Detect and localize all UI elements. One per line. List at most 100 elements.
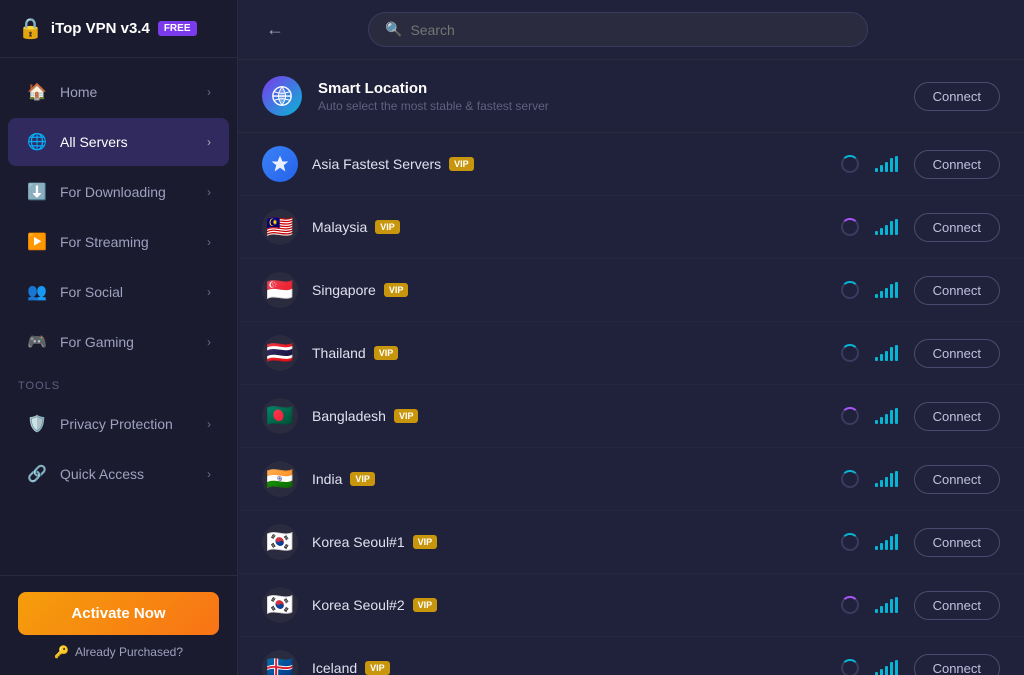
server-name-bangladesh: BangladeshVIP xyxy=(312,408,827,424)
sidebar-item-for-social[interactable]: 👥 For Social › xyxy=(8,268,229,316)
server-name-korea-seoul-1: Korea Seoul#1VIP xyxy=(312,534,827,550)
server-status-bangladesh: Connect xyxy=(841,402,1000,431)
flag-singapore: 🇸🇬 xyxy=(262,272,298,308)
signal-bar xyxy=(890,158,893,172)
loading-indicator xyxy=(841,533,859,551)
chevron-right-icon: › xyxy=(207,335,211,349)
signal-bar xyxy=(875,357,878,361)
download-icon: ⬇️ xyxy=(26,181,48,203)
server-row-asia-fastest[interactable]: Asia Fastest ServersVIPConnect xyxy=(238,133,1024,196)
signal-bar xyxy=(885,414,888,424)
sidebar-item-home[interactable]: 🏠 Home › xyxy=(8,68,229,116)
server-status-korea-seoul-2: Connect xyxy=(841,591,1000,620)
server-row-india[interactable]: 🇮🇳IndiaVIPConnect xyxy=(238,448,1024,511)
server-row-korea-seoul-1[interactable]: 🇰🇷Korea Seoul#1VIPConnect xyxy=(238,511,1024,574)
signal-bars xyxy=(875,408,898,424)
server-name-thailand: ThailandVIP xyxy=(312,345,827,361)
signal-bar xyxy=(890,221,893,235)
signal-bar xyxy=(880,165,883,172)
signal-bar xyxy=(895,156,898,172)
server-row-iceland[interactable]: 🇮🇸IcelandVIPConnect xyxy=(238,637,1024,675)
chevron-right-icon: › xyxy=(207,185,211,199)
vip-badge: VIP xyxy=(413,598,438,612)
connect-button-korea-seoul-2[interactable]: Connect xyxy=(914,591,1000,620)
social-icon: 👥 xyxy=(26,281,48,303)
signal-bar xyxy=(885,162,888,172)
sidebar-item-quick-access[interactable]: 🔗 Quick Access › xyxy=(8,450,229,498)
already-purchased-label: Already Purchased? xyxy=(75,645,183,659)
sidebar-item-privacy-protection[interactable]: 🛡️ Privacy Protection › xyxy=(8,400,229,448)
loading-indicator xyxy=(841,659,859,675)
sidebar-item-label: Privacy Protection xyxy=(60,416,195,432)
signal-bar xyxy=(885,351,888,361)
server-name-korea-seoul-2: Korea Seoul#2VIP xyxy=(312,597,827,613)
logo-area: 🔒 iTop VPN v3.4 FREE xyxy=(0,0,237,58)
chevron-right-icon: › xyxy=(207,285,211,299)
connect-button-thailand[interactable]: Connect xyxy=(914,339,1000,368)
search-input[interactable] xyxy=(410,22,851,38)
signal-bar xyxy=(895,471,898,487)
chevron-right-icon: › xyxy=(207,467,211,481)
server-row-malaysia[interactable]: 🇲🇾MalaysiaVIPConnect xyxy=(238,196,1024,259)
sidebar-nav: 🏠 Home › 🌐 All Servers › ⬇️ For Download… xyxy=(0,58,237,575)
signal-bar xyxy=(890,347,893,361)
sidebar-item-for-downloading[interactable]: ⬇️ For Downloading › xyxy=(8,168,229,216)
loading-indicator xyxy=(841,344,859,362)
vip-badge: VIP xyxy=(449,157,474,171)
signal-bar xyxy=(890,662,893,675)
search-icon: 🔍 xyxy=(385,21,402,38)
signal-bars xyxy=(875,219,898,235)
loading-indicator xyxy=(841,407,859,425)
connect-button-malaysia[interactable]: Connect xyxy=(914,213,1000,242)
logo-icon: 🔒 xyxy=(18,16,43,41)
server-row-singapore[interactable]: 🇸🇬SingaporeVIPConnect xyxy=(238,259,1024,322)
all-servers-icon: 🌐 xyxy=(26,131,48,153)
main-content: ← 🔍 Smart Location Auto select the most xyxy=(238,0,1024,675)
signal-bar xyxy=(895,660,898,675)
already-purchased-link[interactable]: 🔑 Already Purchased? xyxy=(18,645,219,659)
signal-bar xyxy=(880,291,883,298)
signal-bar xyxy=(890,473,893,487)
signal-bar xyxy=(875,420,878,424)
loading-indicator xyxy=(841,596,859,614)
sidebar: 🔒 iTop VPN v3.4 FREE 🏠 Home › 🌐 All Serv… xyxy=(0,0,238,675)
connect-button-bangladesh[interactable]: Connect xyxy=(914,402,1000,431)
back-button[interactable]: ← xyxy=(258,15,292,44)
connect-button-asia-fastest[interactable]: Connect xyxy=(914,150,1000,179)
connect-button-iceland[interactable]: Connect xyxy=(914,654,1000,675)
sidebar-item-for-streaming[interactable]: ▶️ For Streaming › xyxy=(8,218,229,266)
smart-location-icon xyxy=(262,76,302,116)
connect-button-singapore[interactable]: Connect xyxy=(914,276,1000,305)
smart-location-row[interactable]: Smart Location Auto select the most stab… xyxy=(238,60,1024,133)
signal-bar xyxy=(880,543,883,550)
signal-bar xyxy=(880,669,883,675)
server-status-iceland: Connect xyxy=(841,654,1000,675)
server-status-india: Connect xyxy=(841,465,1000,494)
sidebar-item-all-servers[interactable]: 🌐 All Servers › xyxy=(8,118,229,166)
signal-bar xyxy=(885,477,888,487)
smart-location-connect-button[interactable]: Connect xyxy=(914,82,1000,111)
server-row-bangladesh[interactable]: 🇧🇩BangladeshVIPConnect xyxy=(238,385,1024,448)
flag-iceland: 🇮🇸 xyxy=(262,650,298,675)
vip-badge: VIP xyxy=(375,220,400,234)
server-row-korea-seoul-2[interactable]: 🇰🇷Korea Seoul#2VIPConnect xyxy=(238,574,1024,637)
vip-badge: VIP xyxy=(374,346,399,360)
flag-india: 🇮🇳 xyxy=(262,461,298,497)
sidebar-item-label: All Servers xyxy=(60,134,195,150)
sidebar-item-label: Home xyxy=(60,84,195,100)
connect-button-korea-seoul-1[interactable]: Connect xyxy=(914,528,1000,557)
chevron-right-icon: › xyxy=(207,235,211,249)
activate-button[interactable]: Activate Now xyxy=(18,592,219,635)
signal-bar xyxy=(885,540,888,550)
connect-button-india[interactable]: Connect xyxy=(914,465,1000,494)
asia-fastest-icon xyxy=(262,146,298,182)
key-icon: 🔑 xyxy=(54,645,69,659)
signal-bar xyxy=(880,417,883,424)
signal-bars xyxy=(875,345,898,361)
server-row-thailand[interactable]: 🇹🇭ThailandVIPConnect xyxy=(238,322,1024,385)
sidebar-item-for-gaming[interactable]: 🎮 For Gaming › xyxy=(8,318,229,366)
signal-bars xyxy=(875,282,898,298)
signal-bars xyxy=(875,471,898,487)
flag-malaysia: 🇲🇾 xyxy=(262,209,298,245)
sidebar-bottom: Activate Now 🔑 Already Purchased? xyxy=(0,575,237,675)
